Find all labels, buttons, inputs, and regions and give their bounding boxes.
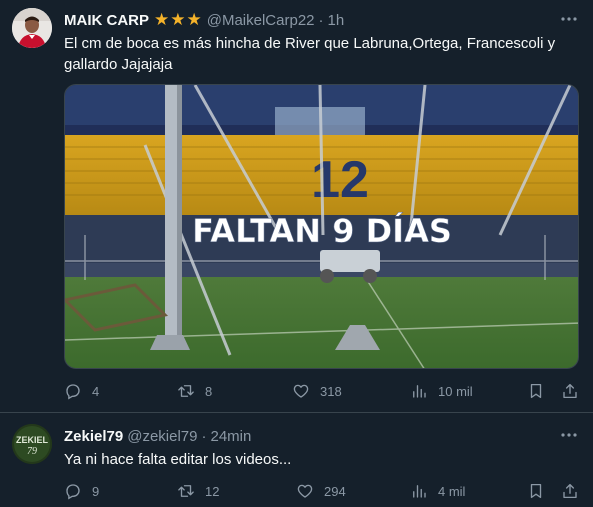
repost-count: 8	[205, 383, 213, 399]
avatar[interactable]	[12, 8, 52, 48]
reply-icon	[66, 484, 80, 500]
bookmark-button[interactable]	[527, 381, 545, 401]
separator-dot: ·	[201, 427, 207, 445]
repost-button[interactable]: 8	[177, 381, 212, 401]
author-name[interactable]: MAIK CARP	[64, 12, 149, 29]
star-badges: ★★★	[154, 10, 203, 29]
separator-dot: ·	[318, 11, 324, 29]
views-icon	[413, 385, 426, 398]
reply-button[interactable]: 4	[64, 381, 99, 401]
bookmark-icon	[530, 483, 542, 499]
seat-number: 12	[311, 151, 369, 209]
timestamp[interactable]: 1h	[328, 12, 345, 29]
heart-icon	[297, 484, 313, 498]
tweet-video[interactable]: 12 FALTAN 9 DÍAS	[64, 84, 579, 369]
reply-button[interactable]: 9	[64, 481, 99, 501]
svg-text:ZEKIEL: ZEKIEL	[16, 435, 49, 445]
bookmark-icon	[530, 383, 542, 399]
views-count: 4 mil	[438, 483, 466, 499]
repost-icon	[178, 385, 194, 397]
like-count: 294	[324, 483, 346, 499]
reply-count: 4	[92, 383, 100, 399]
share-button[interactable]	[561, 381, 579, 401]
author-name[interactable]: Zekiel79	[64, 428, 123, 445]
views-button[interactable]: 10 mil	[410, 381, 473, 401]
avatar[interactable]: ZEKIEL 79	[12, 424, 52, 464]
tweet-header: Zekiel79 @zekiel79 · 24min	[64, 425, 251, 447]
action-bar: 9 12 294 4 mil	[64, 481, 582, 501]
tweet-header: MAIK CARP ★★★ @MaikelCarp22 · 1h	[64, 9, 344, 31]
reply-icon	[66, 384, 80, 400]
heart-icon	[293, 384, 309, 398]
share-button[interactable]	[561, 481, 579, 501]
like-count: 318	[320, 383, 342, 399]
views-icon	[413, 485, 426, 498]
views-count: 10 mil	[438, 383, 473, 399]
reply-count: 9	[92, 483, 100, 499]
tweet-text: Ya ni hace falta editar los videos...	[64, 451, 292, 468]
like-button[interactable]: 294	[296, 481, 346, 501]
share-icon	[563, 383, 577, 399]
bookmark-button[interactable]	[527, 481, 545, 501]
repost-icon	[178, 485, 194, 497]
views-button[interactable]: 4 mil	[410, 481, 465, 501]
video-overlay-text: FALTAN 9 DÍAS	[192, 212, 452, 250]
tweet-text: El cm de boca es más hincha de River que…	[64, 35, 556, 73]
like-button[interactable]: 318	[292, 381, 342, 401]
repost-count: 12	[205, 483, 220, 499]
author-handle[interactable]: @MaikelCarp22	[207, 12, 315, 29]
more-icon[interactable]	[559, 427, 579, 443]
more-icon[interactable]	[559, 11, 579, 27]
svg-text:79: 79	[27, 446, 37, 457]
author-handle[interactable]: @zekiel79	[127, 428, 197, 445]
share-icon	[563, 483, 577, 499]
action-bar: 4 8 318 10 mil	[64, 381, 582, 401]
timestamp[interactable]: 24min	[210, 428, 251, 445]
repost-button[interactable]: 12	[177, 481, 219, 501]
